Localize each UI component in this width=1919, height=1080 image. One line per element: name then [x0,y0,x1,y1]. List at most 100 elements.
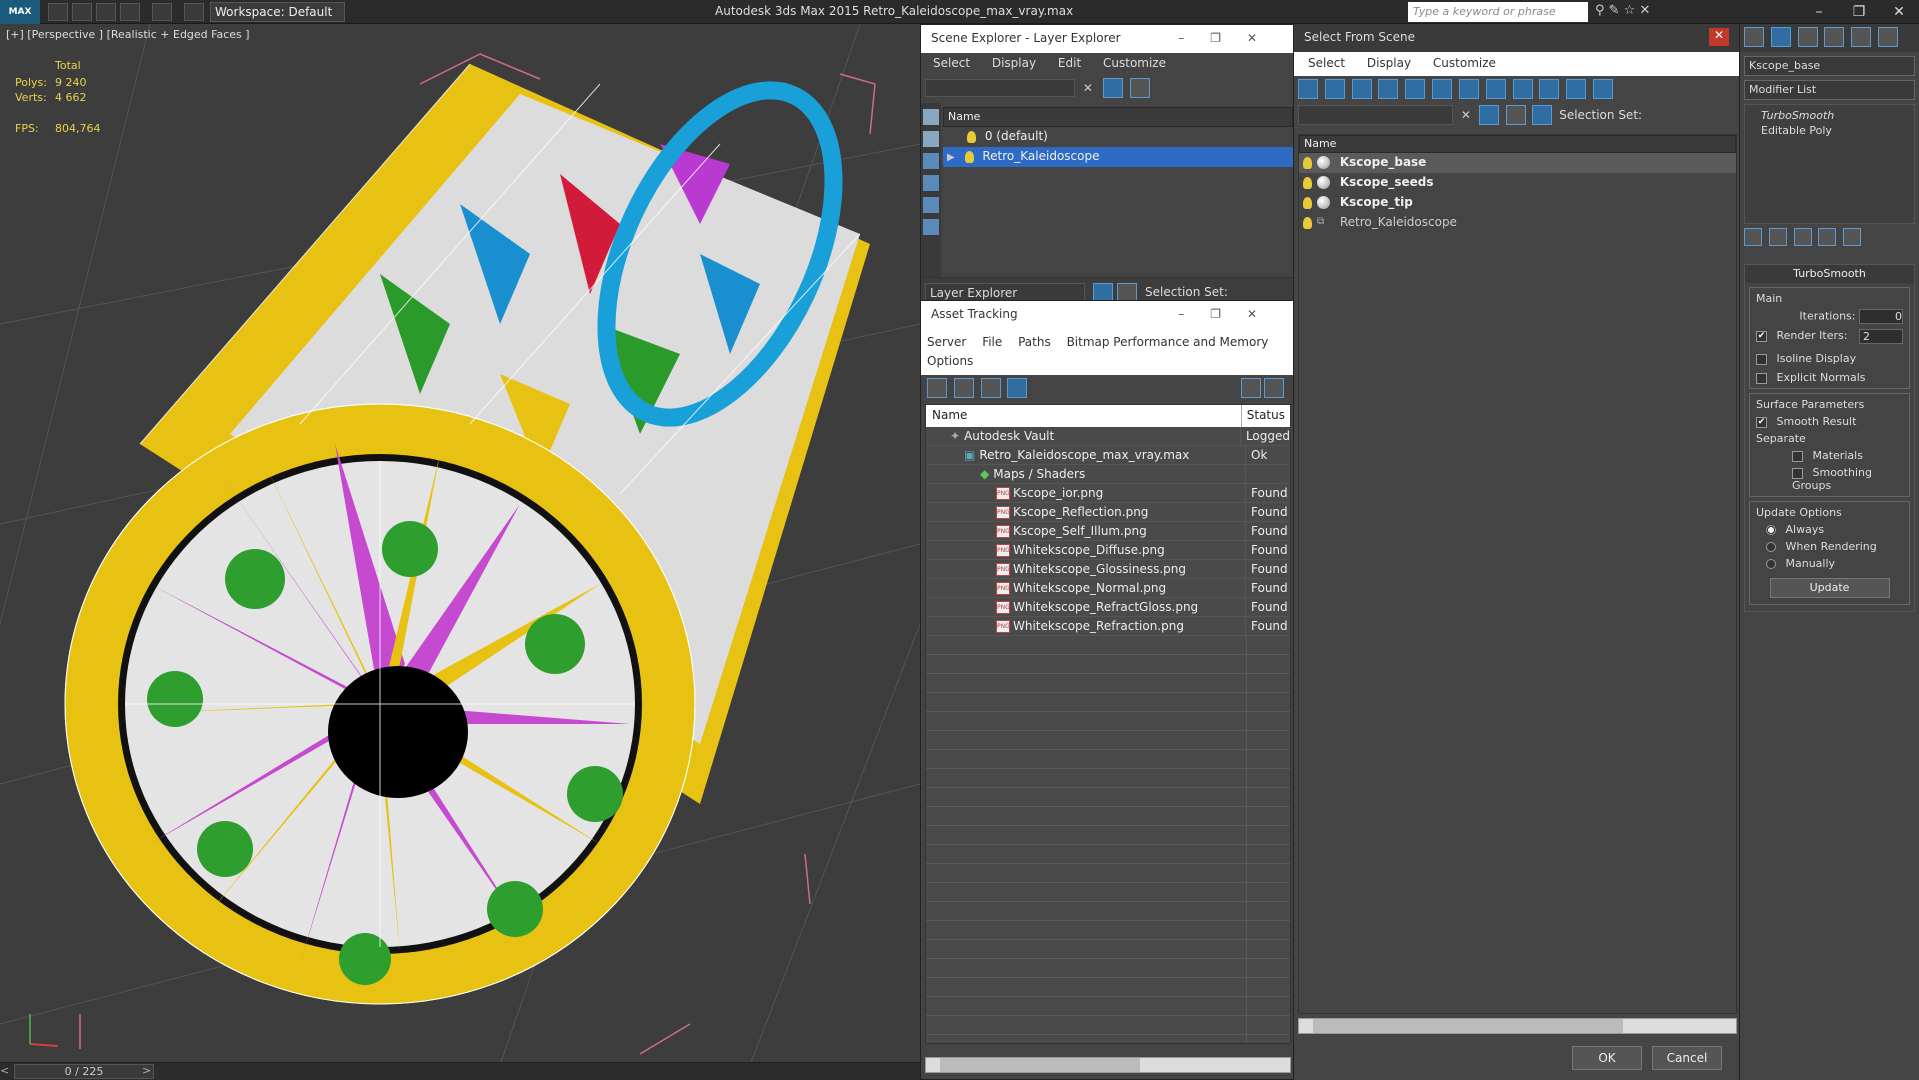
make-unique-icon[interactable] [1793,228,1812,246]
time-slider-thumb[interactable]: 0 / 225 [14,1064,154,1079]
menu-bitmap-performance[interactable]: Bitmap Performance and Memory [1067,335,1269,349]
perspective-viewport[interactable]: [+] [Perspective ] [Realistic + Edged Fa… [0,24,920,1065]
display-xrefs-icon[interactable] [1485,79,1506,99]
object-row-kscope-seeds[interactable]: Kscope_seeds [1299,173,1736,193]
restore-icon[interactable]: ❐ [1839,2,1879,22]
help-icon[interactable] [1241,378,1261,398]
cancel-button[interactable]: Cancel [1652,1046,1722,1070]
asset-row[interactable]: PNG Kscope_Self_Illum.png Found [926,522,1290,541]
asset-row[interactable]: ✦ Autodesk Vault Logged [926,427,1290,446]
menu-select[interactable]: Select [1308,56,1345,70]
show-end-result-icon[interactable] [1768,228,1787,246]
menu-display[interactable]: Display [1367,56,1411,70]
project-folder-icon[interactable] [184,3,204,21]
asset-row[interactable]: PNG Kscope_Reflection.png Found [926,503,1290,522]
update-button[interactable]: Update [1769,578,1890,598]
always-radio[interactable] [1766,525,1776,535]
menu-display[interactable]: Display [992,56,1036,70]
display-shapes-icon[interactable] [923,175,939,191]
display-containers-icon[interactable] [1539,79,1560,99]
layer-visibility-bulb-icon[interactable] [964,150,974,163]
viewport-label[interactable]: [+] [Perspective ] [Realistic + Edged Fa… [6,28,250,41]
display-none-icon[interactable] [923,109,939,125]
workspace-dropdown[interactable]: Workspace: Default [210,2,345,22]
modifier-list-dropdown[interactable]: Modifier List [1744,80,1915,100]
list-view-icon[interactable] [953,378,974,398]
menu-paths[interactable]: Paths [1018,335,1051,349]
isoline-checkbox[interactable] [1756,353,1767,365]
clear-filter-icon[interactable]: ✕ [1083,81,1093,95]
manually-radio[interactable] [1766,559,1776,569]
infocenter-icons[interactable]: ⚲ ✎ ☆ ✕ [1595,3,1695,21]
layer-row-retro-kaleidoscope[interactable]: ▶ Retro_Kaleidoscope [943,147,1293,167]
display-groups-icon[interactable] [1458,79,1479,99]
menu-edit[interactable]: Edit [1058,56,1081,70]
asset-row[interactable]: ◆ Maps / Shaders [926,465,1290,484]
asset-horizontal-scrollbar[interactable] [925,1057,1291,1073]
clear-find-icon[interactable]: ✕ [1461,108,1471,122]
asset-tracking-window-controls[interactable]: –❐✕ [1178,307,1283,321]
time-slider[interactable]: < 0 / 225 > [0,1062,920,1080]
refresh-icon[interactable] [927,378,947,398]
redo-icon[interactable] [152,3,172,21]
render-iters-checkbox[interactable]: ✔ [1756,330,1767,342]
smooth-result-checkbox[interactable]: ✔ [1756,416,1767,428]
col-status-header[interactable]: Status [1242,405,1290,427]
layer-row-default[interactable]: 0 (default) [943,127,1293,147]
display-hidden-icon[interactable] [1593,79,1614,99]
stack-item-editable-poly[interactable]: Editable Poly [1749,124,1910,137]
settings-icon[interactable] [1264,378,1284,398]
select-from-scene-close-icon[interactable]: ✕ [1709,28,1729,46]
object-name-field[interactable]: Kscope_base [1744,56,1915,76]
smoothing-groups-checkbox[interactable] [1792,467,1803,479]
remove-modifier-icon[interactable] [1818,228,1837,246]
asset-row[interactable]: PNG Whitekscope_RefractGloss.png Found [926,598,1290,617]
table-view-icon[interactable] [1007,378,1028,398]
menu-file[interactable]: File [982,335,1002,349]
close-icon[interactable]: ✕ [1879,2,1919,22]
asset-scrollbar-thumb[interactable] [940,1058,1140,1072]
iterations-spinner[interactable]: 0 [1859,309,1903,324]
layer-list-header[interactable]: Name [943,107,1293,127]
layer-sort-icon[interactable] [1505,105,1526,125]
explicit-normals-checkbox[interactable] [1756,372,1767,384]
object-row-kscope-base[interactable]: Kscope_base [1299,153,1736,173]
time-prev-icon[interactable]: < [0,1064,14,1079]
menu-select[interactable]: Select [933,56,970,70]
pin-stack-icon[interactable] [1744,228,1762,246]
minimize-icon[interactable]: – [1799,2,1839,22]
display-frozen-icon[interactable] [1566,79,1587,99]
asset-tracking-titlebar[interactable]: Asset Tracking –❐✕ [921,301,1293,329]
display-lights-icon[interactable] [1351,79,1372,99]
select-find-input[interactable] [1298,105,1453,125]
display-shapes-icon[interactable] [1324,79,1345,99]
materials-checkbox[interactable] [1792,450,1803,462]
layer-visibility-bulb-icon[interactable] [967,130,976,143]
create-tab-icon[interactable] [1744,27,1764,47]
visibility-bulb-icon[interactable] [1303,156,1312,169]
time-next-icon[interactable]: > [142,1064,156,1079]
utilities-tab-icon[interactable] [1878,27,1899,47]
menu-customize[interactable]: Customize [1433,56,1496,70]
visibility-bulb-icon[interactable] [1303,176,1312,189]
when-rendering-radio[interactable] [1766,542,1776,552]
display-bones-icon[interactable] [1512,79,1533,99]
hierarchy-tab-icon[interactable] [1797,27,1818,47]
layer-filter-icon[interactable] [1129,78,1150,98]
undo-icon[interactable] [120,3,140,21]
object-row-kscope-tip[interactable]: Kscope_tip [1299,193,1736,213]
menu-options[interactable]: Options [927,354,973,368]
ok-button[interactable]: OK [1572,1046,1642,1070]
asset-row[interactable]: PNG Kscope_ior.png Found [926,484,1290,503]
filter-icon[interactable] [1478,105,1499,125]
asset-row[interactable]: PNG Whitekscope_Normal.png Found [926,579,1290,598]
app-logo[interactable]: MAX [0,0,40,24]
display-geometry-icon[interactable] [1298,79,1318,99]
asset-row[interactable]: PNG Whitekscope_Refraction.png Found [926,617,1290,636]
scene-explorer-titlebar[interactable]: Scene Explorer - Layer Explorer –❐✕ [921,25,1293,53]
search-input[interactable]: Type a keyword or phrase [1408,2,1588,22]
select-scrollbar-thumb[interactable] [1313,1019,1623,1033]
rollout-title[interactable]: TurboSmooth [1745,265,1914,283]
display-tab-icon[interactable] [1851,27,1872,47]
scene-explorer-find-input[interactable] [925,79,1075,97]
